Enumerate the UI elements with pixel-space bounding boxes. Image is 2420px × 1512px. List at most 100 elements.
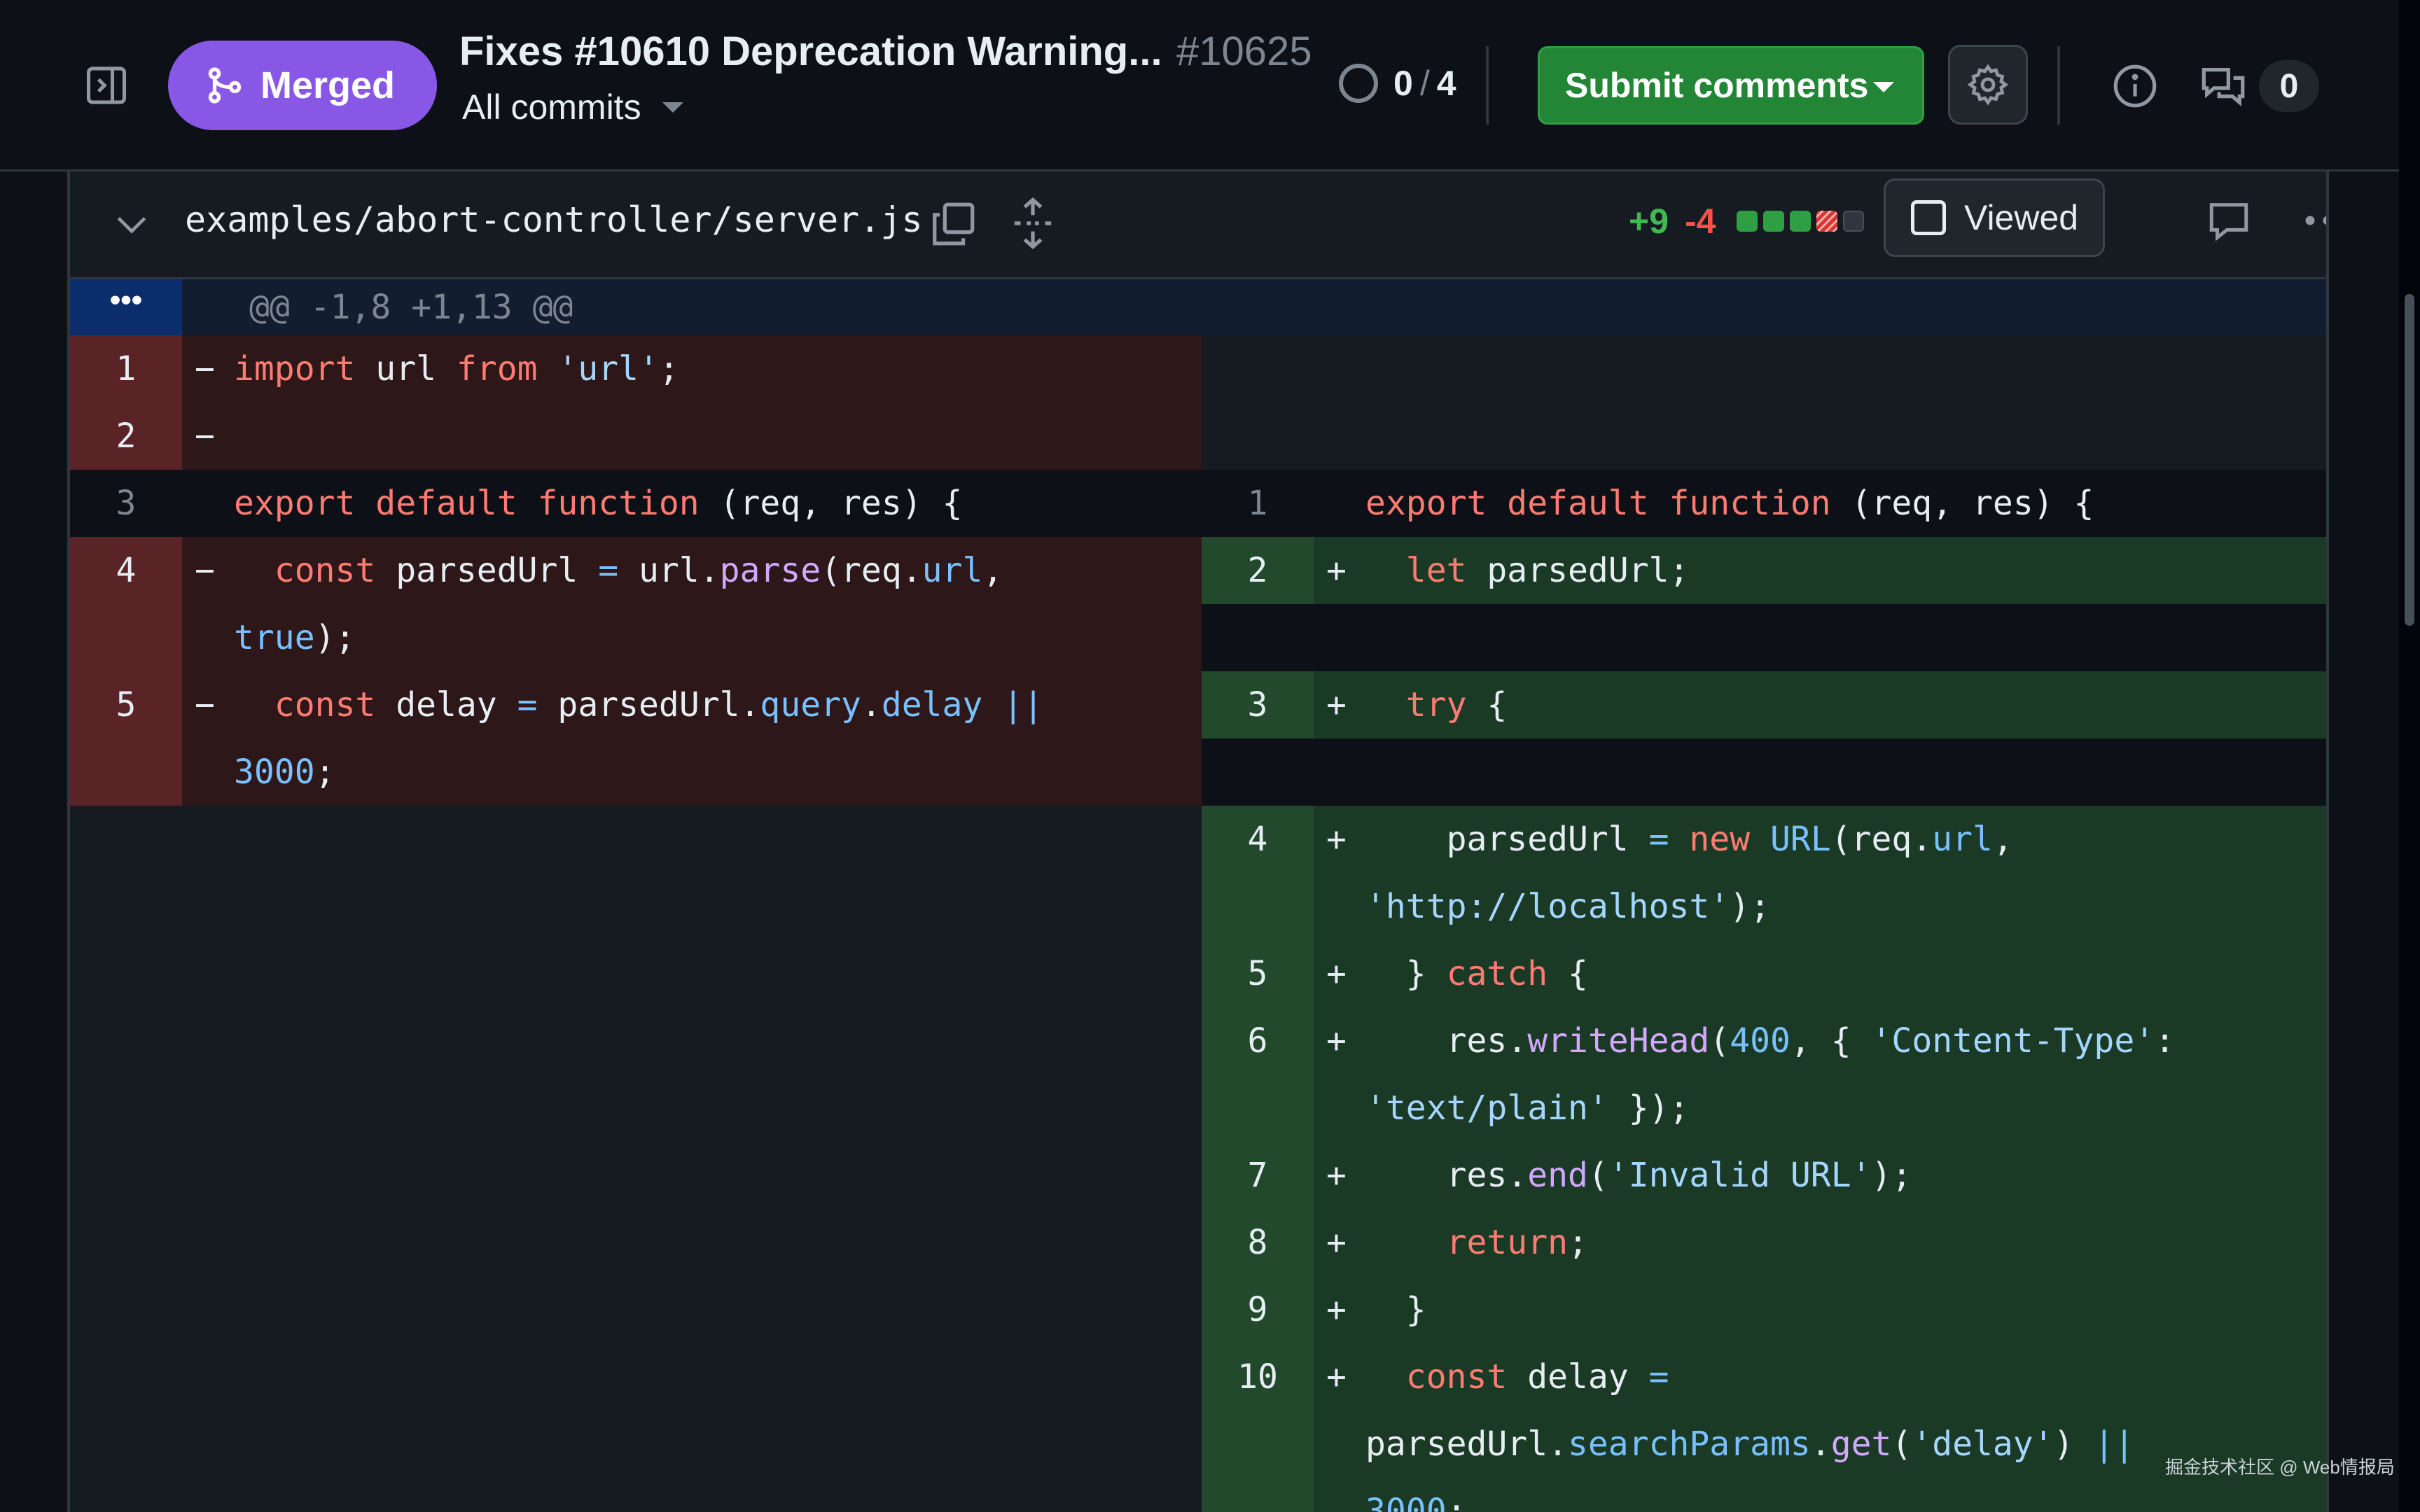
comment-count-badge: 0 (2259, 60, 2319, 112)
right-diff-line[interactable]: 1 export default function (req, res) { (70, 470, 2326, 537)
diffstat-square-add (1763, 211, 1784, 232)
chevron-down-icon (662, 102, 683, 113)
kebab-horizontal-icon[interactable] (2300, 200, 2329, 241)
merged-status-badge: Merged (168, 41, 437, 130)
right-diff-line[interactable]: 9 + } (70, 1276, 2326, 1343)
diffstat-bar (1737, 211, 1864, 232)
right-diff-marker: + (1326, 1021, 1347, 1060)
comments-icon[interactable] (2199, 62, 2248, 111)
diffstat-square-add (1737, 211, 1758, 232)
watermark: 掘金技术社区 @ Web情报局 (2165, 1457, 2395, 1478)
hunk-header-text: @@ -1,8 +1,13 @@ (249, 288, 573, 327)
left-code-text: true); (234, 618, 356, 657)
progress-ring-icon (1339, 64, 1378, 103)
file-path[interactable]: examples/abort-controller/server.js (185, 200, 923, 240)
expand-hunk-button[interactable]: ••• (70, 279, 182, 335)
right-line-number[interactable]: 1 (1202, 470, 1314, 537)
pr-title: Fixes #10610 Deprecation Warning... (459, 29, 1162, 74)
right-line-number[interactable]: 2 (1202, 537, 1314, 604)
right-code-text: } catch { (1405, 954, 1588, 993)
sidebar-toggle-icon[interactable] (83, 62, 130, 109)
left-code-text: 3000; (234, 752, 335, 792)
commits-label: All commits (462, 88, 641, 127)
right-line-number[interactable]: 10 (1202, 1343, 1314, 1410)
viewed-label: Viewed (1964, 198, 2079, 237)
right-diff-line[interactable]: 5 + } catch { (70, 940, 2326, 1007)
left-diff-line[interactable]: 2− (70, 402, 2326, 470)
right-diff-marker: + (1326, 1290, 1347, 1329)
comment-icon[interactable] (2206, 198, 2252, 244)
submit-comments-label: Submit comments (1565, 66, 1869, 105)
deletions-count: -4 (1685, 202, 1716, 241)
left-line-number[interactable]: 2 (70, 402, 182, 470)
right-diff-marker: + (1326, 1156, 1347, 1195)
submit-comments-button[interactable]: Submit comments (1538, 46, 1924, 125)
diffstat-square-neutral (1843, 211, 1864, 232)
right-code-text: 'http://localhost'); (1365, 887, 1770, 926)
chevron-down-icon[interactable] (112, 205, 151, 244)
gear-icon (1967, 64, 2009, 106)
scrollbar[interactable] (2399, 0, 2420, 1512)
diffstat-square-del (1816, 211, 1837, 232)
divider (2057, 46, 2060, 125)
right-diff-marker: + (1326, 551, 1347, 590)
hunk-header-row: ••• @@ -1,8 +1,13 @@ (70, 279, 2326, 335)
right-line-number[interactable]: 6 (1202, 1007, 1314, 1074)
right-diff-line[interactable]: 6 + res.writeHead(400, { 'Content-Type': '… (70, 1007, 2326, 1142)
copy-icon[interactable] (929, 200, 978, 248)
right-code-text: } (1405, 1290, 1426, 1329)
right-diff-line[interactable]: 2 + let parsedUrl; (70, 537, 2326, 604)
right-code-text: return; (1446, 1223, 1588, 1262)
left-diff-marker: − (195, 416, 215, 456)
files-viewed-count: 0 (1393, 64, 1413, 103)
right-code-text: res.end('Invalid URL'); (1446, 1156, 1912, 1195)
info-icon[interactable] (2110, 62, 2160, 111)
right-diff-line[interactable]: 8 + return; (70, 1209, 2326, 1276)
file-diff-panel: examples/abort-controller/server.js +9 -… (67, 172, 2329, 1512)
git-merge-icon (208, 67, 242, 104)
divider (1486, 46, 1489, 125)
left-code-text (234, 402, 1190, 470)
right-line-number[interactable]: 9 (1202, 1276, 1314, 1343)
right-line-number[interactable]: 8 (1202, 1209, 1314, 1276)
right-diff-line[interactable]: 10 + const delay = parsedUrl.searchParams.… (70, 1343, 2326, 1512)
file-header: examples/abort-controller/server.js +9 -… (70, 172, 2326, 279)
right-line-number[interactable]: 4 (1202, 806, 1314, 873)
left-line-number[interactable]: 1 (70, 335, 182, 402)
right-code-text: let parsedUrl; (1405, 551, 1690, 590)
left-diff-line[interactable]: 1− import url from 'url'; (70, 335, 2326, 402)
right-diff-marker: + (1326, 1357, 1347, 1396)
right-diff-marker: + (1326, 820, 1347, 859)
right-code-text: res.writeHead(400, { 'Content-Type': (1446, 1021, 2176, 1060)
settings-button[interactable] (1948, 45, 2028, 125)
files-total-count: 4 (1436, 64, 1456, 103)
right-code-text: 'text/plain' }); (1365, 1088, 1690, 1128)
right-diff-line[interactable]: 3 + try { (70, 671, 2326, 738)
right-diff-line[interactable]: 7 + res.end('Invalid URL'); (70, 1142, 2326, 1209)
diffstat-square-add (1790, 211, 1811, 232)
expand-all-icon[interactable] (1008, 197, 1057, 250)
checkbox-icon (1911, 200, 1946, 235)
right-code-text: 3000; (1365, 1492, 1467, 1512)
pr-header: Merged Fixes #10610 Deprecation Warning.… (0, 0, 2399, 172)
right-code-text: const delay = (1405, 1357, 1669, 1396)
right-diff-marker: + (1326, 1223, 1347, 1262)
chevron-down-icon (1873, 82, 1894, 92)
scrollbar-thumb[interactable] (2405, 294, 2414, 626)
right-line-number[interactable]: 7 (1202, 1142, 1314, 1209)
additions-count: +9 (1629, 202, 1669, 241)
right-diff-marker: + (1326, 954, 1347, 993)
left-code-text: import url from 'url'; (234, 349, 679, 388)
right-code-text: parsedUrl = new URL(req.url, (1446, 820, 2013, 859)
merged-label: Merged (260, 64, 396, 106)
viewed-checkbox-button[interactable]: Viewed (1884, 178, 2105, 257)
right-line-number[interactable]: 3 (1202, 671, 1314, 738)
commits-dropdown[interactable]: All commits (462, 87, 683, 127)
left-diff-marker: − (195, 349, 215, 388)
right-line-number[interactable]: 5 (1202, 940, 1314, 1007)
right-diff-marker (1326, 470, 1354, 537)
progress-separator: / (1419, 64, 1430, 103)
right-diff-line[interactable]: 4 + parsedUrl = new URL(req.url, 'http://l… (70, 806, 2326, 940)
right-diff-marker: + (1326, 685, 1347, 724)
right-code-text: try { (1405, 685, 1508, 724)
